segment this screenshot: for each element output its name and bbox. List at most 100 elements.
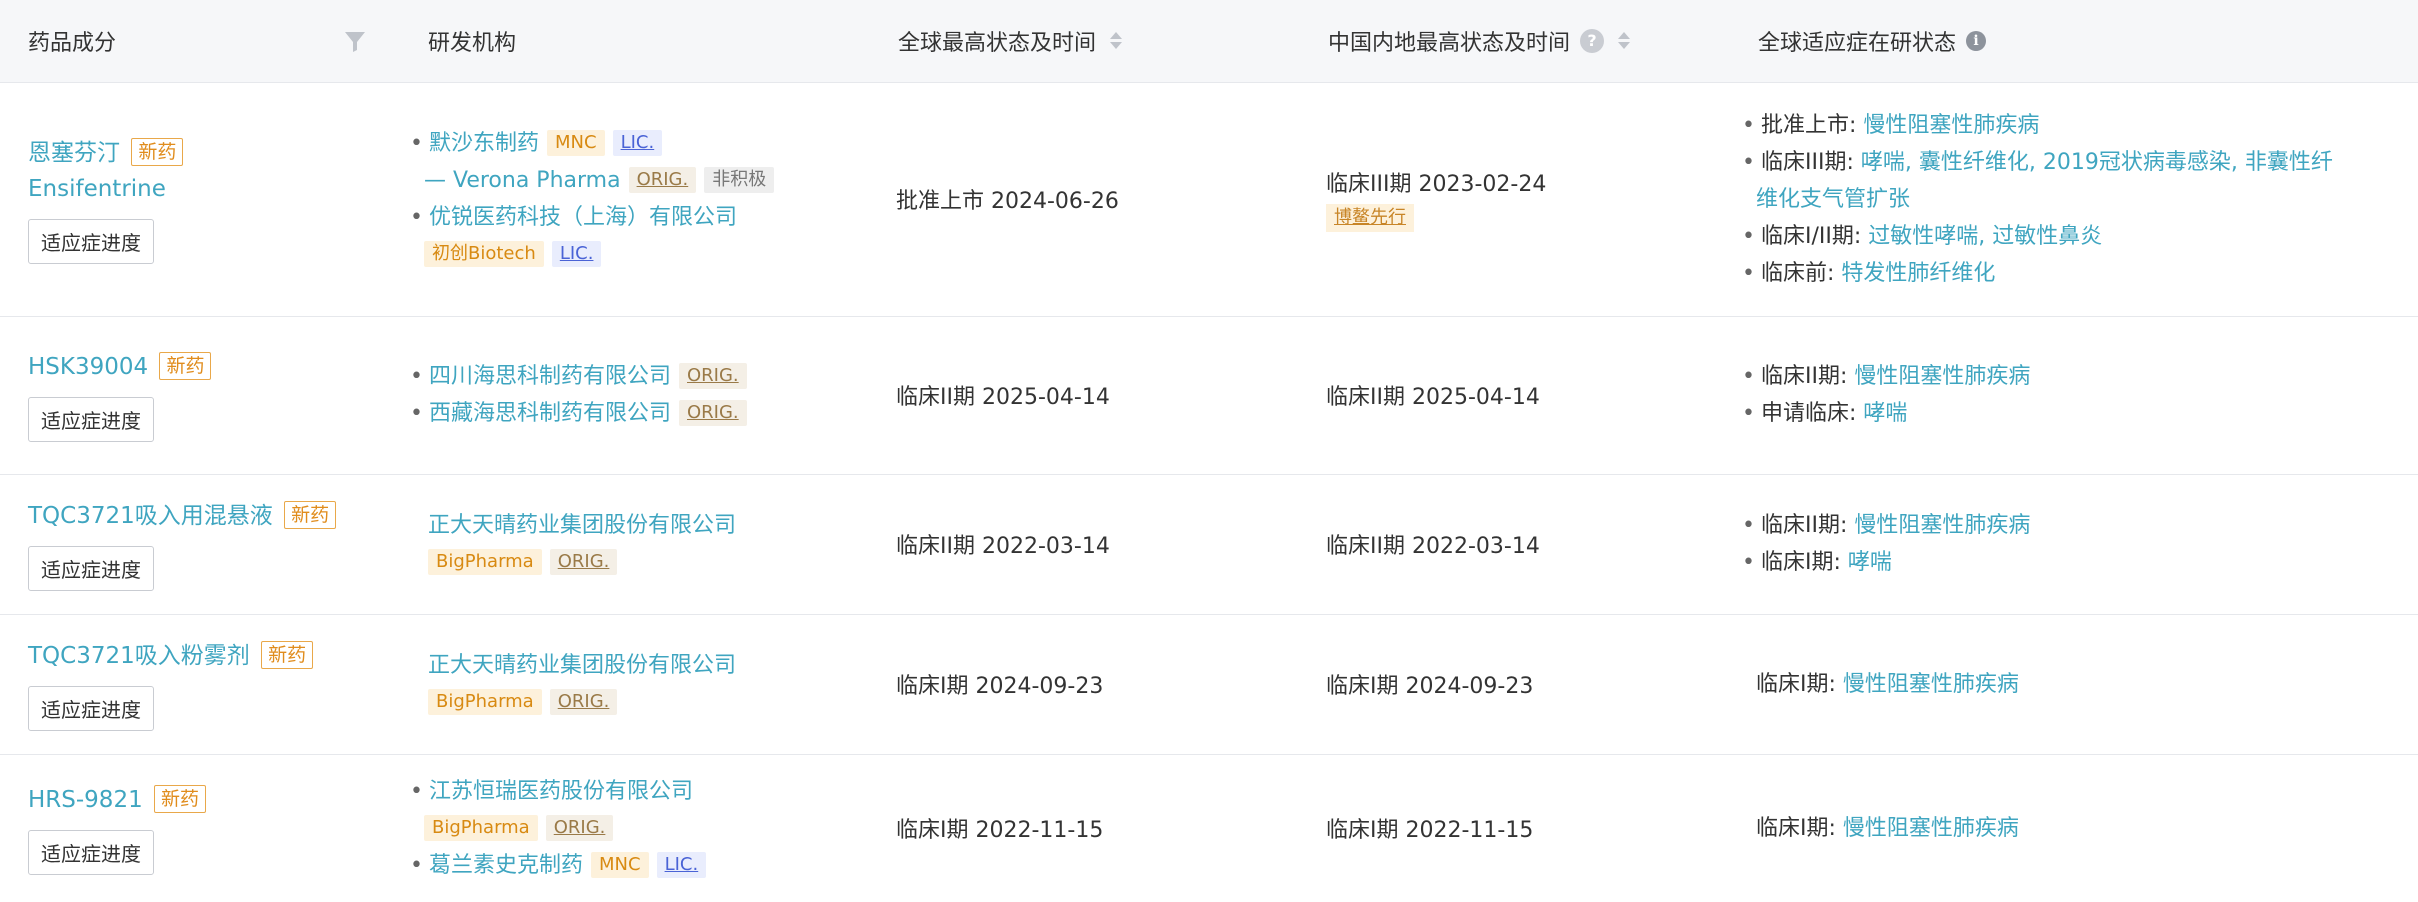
phase-label: 临床前: bbox=[1760, 260, 1835, 286]
global-status: 临床II期 2025-04-14 bbox=[896, 385, 1110, 410]
indication-link[interactable]: 哮喘 bbox=[1848, 550, 1892, 575]
header-global-status[interactable]: 全球最高状态及时间 bbox=[870, 0, 1300, 83]
indication-link[interactable]: 慢性阻塞性肺疾病 bbox=[1843, 816, 2019, 841]
orig-tag[interactable]: ORIG. bbox=[549, 549, 618, 575]
global-status-cell: 临床I期 2022-11-15 bbox=[870, 754, 1300, 902]
phase-label: 临床I期: bbox=[1756, 815, 1836, 841]
drug-name-link[interactable]: 恩塞芬汀 bbox=[28, 140, 120, 166]
phase-label: 临床II期: bbox=[1760, 513, 1848, 538]
indication-link[interactable]: 慢性阻塞性肺疾病 bbox=[1843, 672, 2019, 697]
orig-tag[interactable]: ORIG. bbox=[628, 167, 697, 193]
orig-tag[interactable]: ORIG. bbox=[679, 363, 747, 389]
sort-icon[interactable] bbox=[1618, 32, 1631, 50]
indication-link[interactable]: 囊性纤维化, bbox=[1919, 150, 2036, 175]
phase-label: 临床I/II期: bbox=[1760, 223, 1862, 249]
drug-cell: TQC3721吸入粉雾剂 新药 适应症进度 bbox=[0, 614, 400, 755]
header-org: 研发机构 bbox=[400, 0, 870, 83]
indication-link[interactable]: 2019冠状病毒感染, bbox=[2043, 150, 2238, 175]
drug-table: 药品成分 研发机构 全球最高状态及时间 中国内地最高状态及时间 ? 全球适应症在… bbox=[0, 0, 2418, 902]
lic-tag[interactable]: LIC. bbox=[551, 241, 602, 267]
indication-link[interactable]: 哮喘 bbox=[1863, 401, 1907, 426]
help-icon[interactable]: ? bbox=[1580, 28, 1605, 53]
new-drug-badge: 新药 bbox=[131, 137, 184, 166]
org-cell: • 江苏恒瑞医药股份有限公司 BigPharma ORIG. • 葛兰素史克制药 MNC… bbox=[400, 754, 870, 902]
global-status-cell: 临床I期 2024-09-23 bbox=[870, 614, 1300, 755]
global-status: 批准上市 2024-06-26 bbox=[896, 189, 1119, 214]
indication-link[interactable]: 非囊性纤 bbox=[2245, 150, 2333, 175]
indication-link[interactable]: 维化支气管扩张 bbox=[1756, 187, 1910, 212]
indication-cell: • 临床II期: 慢性阻塞性肺疾病 • 临床I期: 哮喘 bbox=[1730, 474, 2418, 615]
orig-tag[interactable]: ORIG. bbox=[679, 400, 747, 426]
indication-cell: • 批准上市: 慢性阻塞性肺疾病 • 临床III期: 哮喘, 囊性纤维化, 2019… bbox=[1730, 82, 2418, 317]
orig-tag[interactable]: ORIG. bbox=[545, 814, 614, 841]
org-link[interactable]: 正大天晴药业集团股份有限公司 bbox=[428, 653, 736, 678]
cn-status-cell: 临床I期 2022-11-15 bbox=[1300, 754, 1730, 902]
org-cell: • 默沙东制药 MNC LIC. — Verona Pharma ORIG. 非积极 • 优… bbox=[400, 82, 870, 317]
info-icon[interactable]: i bbox=[1966, 30, 1987, 51]
lic-tag[interactable]: LIC. bbox=[656, 851, 707, 878]
phase-label: 申请临床: bbox=[1760, 401, 1857, 426]
filter-icon[interactable] bbox=[344, 30, 366, 54]
indication-link[interactable]: 过敏性鼻炎 bbox=[1992, 224, 2102, 249]
header-drug-label: 药品成分 bbox=[28, 30, 117, 56]
mnc-tag: MNC bbox=[547, 130, 605, 156]
org-cell: 正大天晴药业集团股份有限公司 BigPharma ORIG. bbox=[400, 614, 870, 755]
org-link[interactable]: 优锐医药科技（上海）有限公司 bbox=[429, 205, 737, 230]
indication-link[interactable]: 过敏性哮喘, bbox=[1868, 224, 1985, 249]
org-link[interactable]: 江苏恒瑞医药股份有限公司 bbox=[429, 779, 693, 804]
drug-name-link[interactable]: TQC3721吸入粉雾剂 bbox=[28, 643, 250, 669]
bigpharma-tag: BigPharma bbox=[424, 814, 538, 841]
org-cell: • 四川海思科制药有限公司 ORIG. • 西藏海思科制药有限公司 ORIG. bbox=[400, 316, 870, 475]
lic-tag[interactable]: LIC. bbox=[612, 130, 663, 156]
cn-status: 临床I期 2024-09-23 bbox=[1326, 674, 1534, 699]
drug-english-name[interactable]: Ensifentrine bbox=[28, 171, 400, 207]
global-status: 临床I期 2022-11-15 bbox=[896, 818, 1104, 844]
table-row: HRS-9821 新药 适应症进度 • 江苏恒瑞医药股份有限公司 BigPharm… bbox=[0, 754, 2418, 902]
phase-label: 临床I期: bbox=[1756, 671, 1836, 697]
startup-biotech-tag: 初创Biotech bbox=[424, 241, 544, 267]
new-drug-badge: 新药 bbox=[154, 784, 207, 813]
bigpharma-tag: BigPharma bbox=[428, 689, 542, 715]
org-link[interactable]: 默沙东制药 bbox=[429, 131, 539, 156]
phase-label: 批准上市: bbox=[1760, 112, 1857, 138]
header-cn-status[interactable]: 中国内地最高状态及时间 ? bbox=[1300, 0, 1730, 83]
indication-progress-button[interactable]: 适应症进度 bbox=[28, 685, 154, 731]
indication-progress-button[interactable]: 适应症进度 bbox=[28, 218, 154, 264]
indication-link[interactable]: 慢性阻塞性肺疾病 bbox=[1854, 513, 2030, 538]
cn-status: 临床II期 2025-04-14 bbox=[1326, 385, 1540, 410]
indication-link[interactable]: 哮喘, bbox=[1861, 150, 1912, 175]
org-link[interactable]: 西藏海思科制药有限公司 bbox=[429, 401, 671, 426]
org-link[interactable]: 葛兰素史克制药 bbox=[429, 853, 583, 878]
header-drug[interactable]: 药品成分 bbox=[0, 0, 400, 83]
indication-progress-button[interactable]: 适应症进度 bbox=[28, 829, 154, 875]
drug-cell: HRS-9821 新药 适应症进度 bbox=[0, 754, 400, 902]
drug-name-link[interactable]: HRS-9821 bbox=[28, 787, 143, 813]
sort-icon[interactable] bbox=[1110, 32, 1123, 50]
cn-status-cell: 临床I期 2024-09-23 bbox=[1300, 614, 1730, 755]
global-status-cell: 批准上市 2024-06-26 bbox=[870, 82, 1300, 317]
indication-progress-button[interactable]: 适应症进度 bbox=[28, 396, 154, 442]
orig-tag[interactable]: ORIG. bbox=[549, 689, 618, 715]
indication-link[interactable]: 慢性阻塞性肺疾病 bbox=[1863, 113, 2039, 138]
indication-link[interactable]: 慢性阻塞性肺疾病 bbox=[1854, 364, 2030, 389]
drug-cell: HSK39004 新药 适应症进度 bbox=[0, 316, 400, 475]
cn-status-cell: 临床III期 2023-02-24 博鳌先行 bbox=[1300, 82, 1730, 317]
drug-cell: 恩塞芬汀 新药 Ensifentrine 适应症进度 bbox=[0, 82, 400, 317]
cn-status: 临床III期 2023-02-24 bbox=[1326, 172, 1547, 197]
boao-pioneer-tag[interactable]: 博鳌先行 bbox=[1326, 204, 1414, 232]
mnc-tag: MNC bbox=[591, 851, 649, 878]
phase-label: 临床I期: bbox=[1760, 550, 1841, 575]
inactive-tag: 非积极 bbox=[704, 167, 775, 193]
indication-progress-button[interactable]: 适应症进度 bbox=[28, 545, 154, 591]
indication-link[interactable]: 特发性肺纤维化 bbox=[1841, 261, 1995, 286]
drug-name-link[interactable]: TQC3721吸入用混悬液 bbox=[28, 503, 273, 529]
new-drug-badge: 新药 bbox=[261, 640, 314, 669]
header-org-label: 研发机构 bbox=[428, 30, 517, 56]
drug-name-link[interactable]: HSK39004 bbox=[28, 354, 148, 380]
org-link[interactable]: — Verona Pharma bbox=[424, 168, 621, 193]
org-link[interactable]: 正大天晴药业集团股份有限公司 bbox=[428, 513, 736, 538]
table-row: HSK39004 新药 适应症进度 • 四川海思科制药有限公司 ORIG. • 西藏海… bbox=[0, 316, 2418, 475]
header-global-status-label: 全球最高状态及时间 bbox=[898, 30, 1097, 56]
header-indication-label: 全球适应症在研状态 bbox=[1758, 30, 1957, 56]
org-link[interactable]: 四川海思科制药有限公司 bbox=[429, 364, 671, 389]
